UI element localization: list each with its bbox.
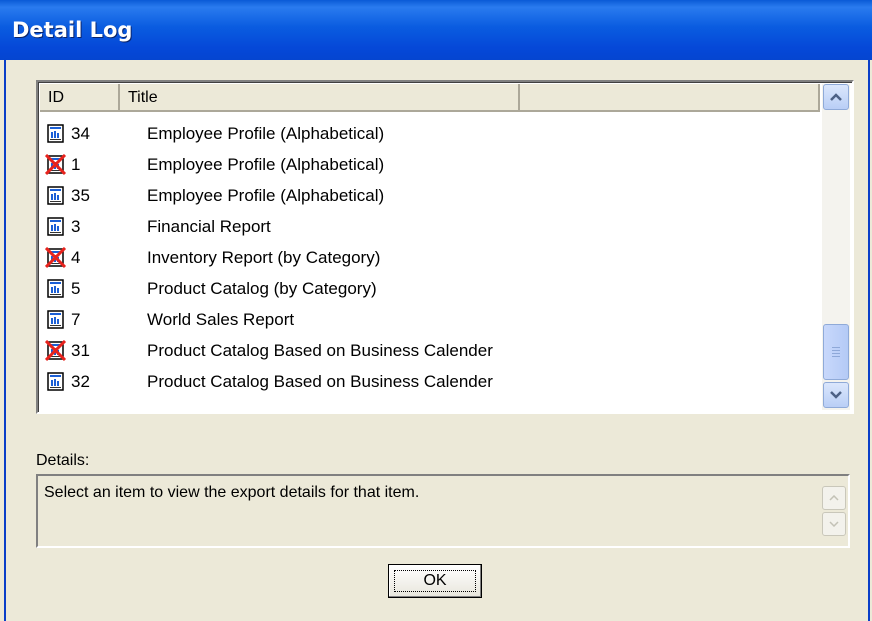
report-failed-icon	[45, 339, 67, 362]
report-icon	[45, 185, 67, 207]
chevron-down-icon	[830, 391, 842, 399]
row-title: Inventory Report (by Category)	[147, 247, 381, 267]
column-header-id[interactable]: ID	[40, 84, 120, 112]
row-title: Employee Profile (Alphabetical)	[147, 154, 385, 174]
list-item[interactable]: 4 Inventory Report (by Category)	[40, 242, 647, 273]
list-scrollbar[interactable]	[822, 84, 850, 410]
row-title: Employee Profile (Alphabetical)	[147, 185, 385, 205]
scroll-down-button[interactable]	[823, 382, 849, 408]
list-item[interactable]: 7 World Sales Report	[40, 304, 647, 335]
report-icon	[45, 123, 67, 145]
details-textbox[interactable]: Select an item to view the export detail…	[36, 474, 850, 548]
row-id: 4	[71, 247, 81, 267]
report-list[interactable]: ID Title 34 Employee Profile (Alphabetica…	[36, 80, 854, 414]
column-header-empty[interactable]	[520, 84, 820, 112]
list-rows: 34 Employee Profile (Alphabetical) 1 Employ…	[40, 118, 647, 397]
row-title: Product Catalog (by Category)	[147, 278, 377, 298]
detail-log-dialog: Detail Log ID Title 34 Employee Profile (…	[0, 0, 872, 621]
report-icon	[45, 216, 67, 238]
report-icon	[45, 309, 67, 331]
list-header: ID Title	[40, 84, 820, 112]
details-label: Details:	[36, 452, 90, 469]
row-id: 31	[71, 340, 90, 360]
list-item[interactable]: 35 Employee Profile (Alphabetical)	[40, 180, 647, 211]
row-id: 1	[71, 154, 81, 174]
scroll-thumb[interactable]	[823, 324, 849, 380]
row-id: 32	[71, 371, 90, 391]
list-item[interactable]: 1 Employee Profile (Alphabetical)	[40, 149, 647, 180]
row-title: Financial Report	[147, 216, 271, 236]
list-item[interactable]: 34 Employee Profile (Alphabetical)	[40, 118, 647, 149]
window-title: Detail Log	[12, 18, 133, 42]
chevron-up-icon	[830, 93, 842, 101]
row-id: 3	[71, 216, 81, 236]
details-scroll-down-button[interactable]	[822, 512, 846, 536]
row-title: Product Catalog Based on Business Calend…	[147, 340, 493, 360]
details-scroll-up-button[interactable]	[822, 486, 846, 510]
row-title: Product Catalog Based on Business Calend…	[147, 371, 493, 391]
chevron-up-icon	[829, 495, 839, 501]
details-scrollbar[interactable]	[822, 478, 846, 544]
list-item[interactable]: 5 Product Catalog (by Category)	[40, 273, 647, 304]
row-id: 5	[71, 278, 81, 298]
row-id: 34	[71, 123, 90, 143]
ok-button[interactable]: OK	[388, 564, 482, 598]
report-icon	[45, 278, 67, 300]
report-failed-icon	[45, 246, 67, 269]
report-failed-icon	[45, 153, 67, 176]
chevron-down-icon	[829, 521, 839, 527]
title-bar[interactable]: Detail Log	[0, 0, 872, 60]
list-item[interactable]: 3 Financial Report	[40, 211, 647, 242]
row-id: 7	[71, 309, 81, 329]
scroll-up-button[interactable]	[823, 84, 849, 110]
row-id: 35	[71, 185, 90, 205]
list-item[interactable]: 31 Product Catalog Based on Business Cale…	[40, 335, 647, 366]
row-title: World Sales Report	[147, 309, 295, 329]
row-title: Employee Profile (Alphabetical)	[147, 123, 385, 143]
column-header-title[interactable]: Title	[120, 84, 520, 112]
list-item[interactable]: 32 Product Catalog Based on Business Cale…	[40, 366, 647, 397]
report-icon	[45, 371, 67, 393]
details-text: Select an item to view the export detail…	[44, 484, 420, 501]
